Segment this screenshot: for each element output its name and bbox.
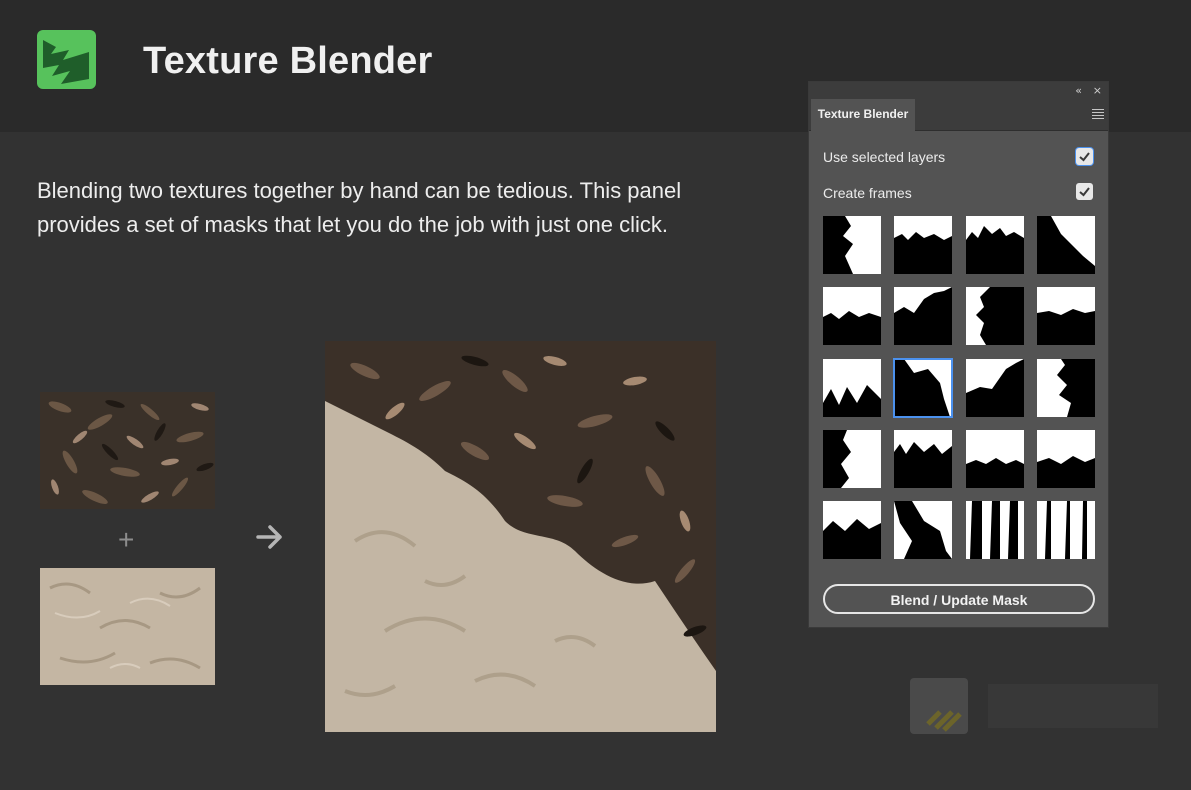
blended-result-image	[325, 341, 716, 732]
mask-thumbnail[interactable]	[1036, 358, 1095, 417]
panel-menu-icon[interactable]	[1092, 109, 1104, 121]
texture-blender-panel: « × Texture Blender Use selected layers …	[808, 81, 1109, 628]
plus-symbol: +	[118, 524, 135, 555]
blend-update-mask-button[interactable]: Blend / Update Mask	[823, 584, 1095, 614]
mask-thumbnail[interactable]	[823, 358, 881, 417]
mask-thumbnail[interactable]	[893, 357, 954, 418]
app-title: Texture Blender	[143, 40, 433, 82]
leaf-texture-image	[40, 392, 215, 509]
mask-thumbnail[interactable]	[823, 287, 881, 346]
mask-thumbnail[interactable]	[823, 501, 881, 560]
mask-thumbnail[interactable]	[823, 429, 881, 488]
use-selected-layers-checkbox[interactable]	[1076, 148, 1093, 165]
texture-blender-logo-icon	[37, 30, 96, 89]
mask-thumbnail[interactable]	[823, 216, 881, 274]
tab-texture-blender[interactable]: Texture Blender	[811, 99, 915, 131]
mask-thumbnail[interactable]	[894, 429, 953, 488]
mask-thumbnail[interactable]	[894, 501, 953, 560]
mask-thumbnail[interactable]	[894, 216, 953, 274]
create-frames-label: Create frames	[823, 185, 912, 201]
mask-thumbnail[interactable]	[894, 287, 953, 346]
description-text: Blending two textures together by hand c…	[37, 178, 682, 237]
panel-tab-bar: Texture Blender	[809, 99, 1108, 131]
mask-thumbnail[interactable]	[965, 429, 1024, 488]
arrow-right-icon	[256, 524, 284, 554]
sand-texture-image	[40, 568, 215, 685]
close-panel-icon[interactable]: ×	[1093, 83, 1102, 98]
mask-thumbnail[interactable]	[965, 358, 1024, 417]
create-frames-checkbox[interactable]	[1076, 183, 1093, 200]
mask-thumbnail[interactable]	[1036, 216, 1095, 274]
mask-thumbnail[interactable]	[965, 501, 1024, 560]
watermark-logo-icon	[910, 676, 1160, 736]
mask-thumbnail[interactable]	[1036, 429, 1095, 488]
mask-thumbnail[interactable]	[1036, 287, 1095, 346]
mask-thumbnail[interactable]	[965, 287, 1024, 346]
use-selected-layers-label: Use selected layers	[823, 149, 946, 165]
mask-thumbnail[interactable]	[965, 216, 1024, 274]
collapse-panel-icon[interactable]: «	[1075, 83, 1082, 98]
panel-title-bar: « ×	[809, 82, 1108, 99]
mask-thumbnail[interactable]	[1036, 501, 1095, 560]
